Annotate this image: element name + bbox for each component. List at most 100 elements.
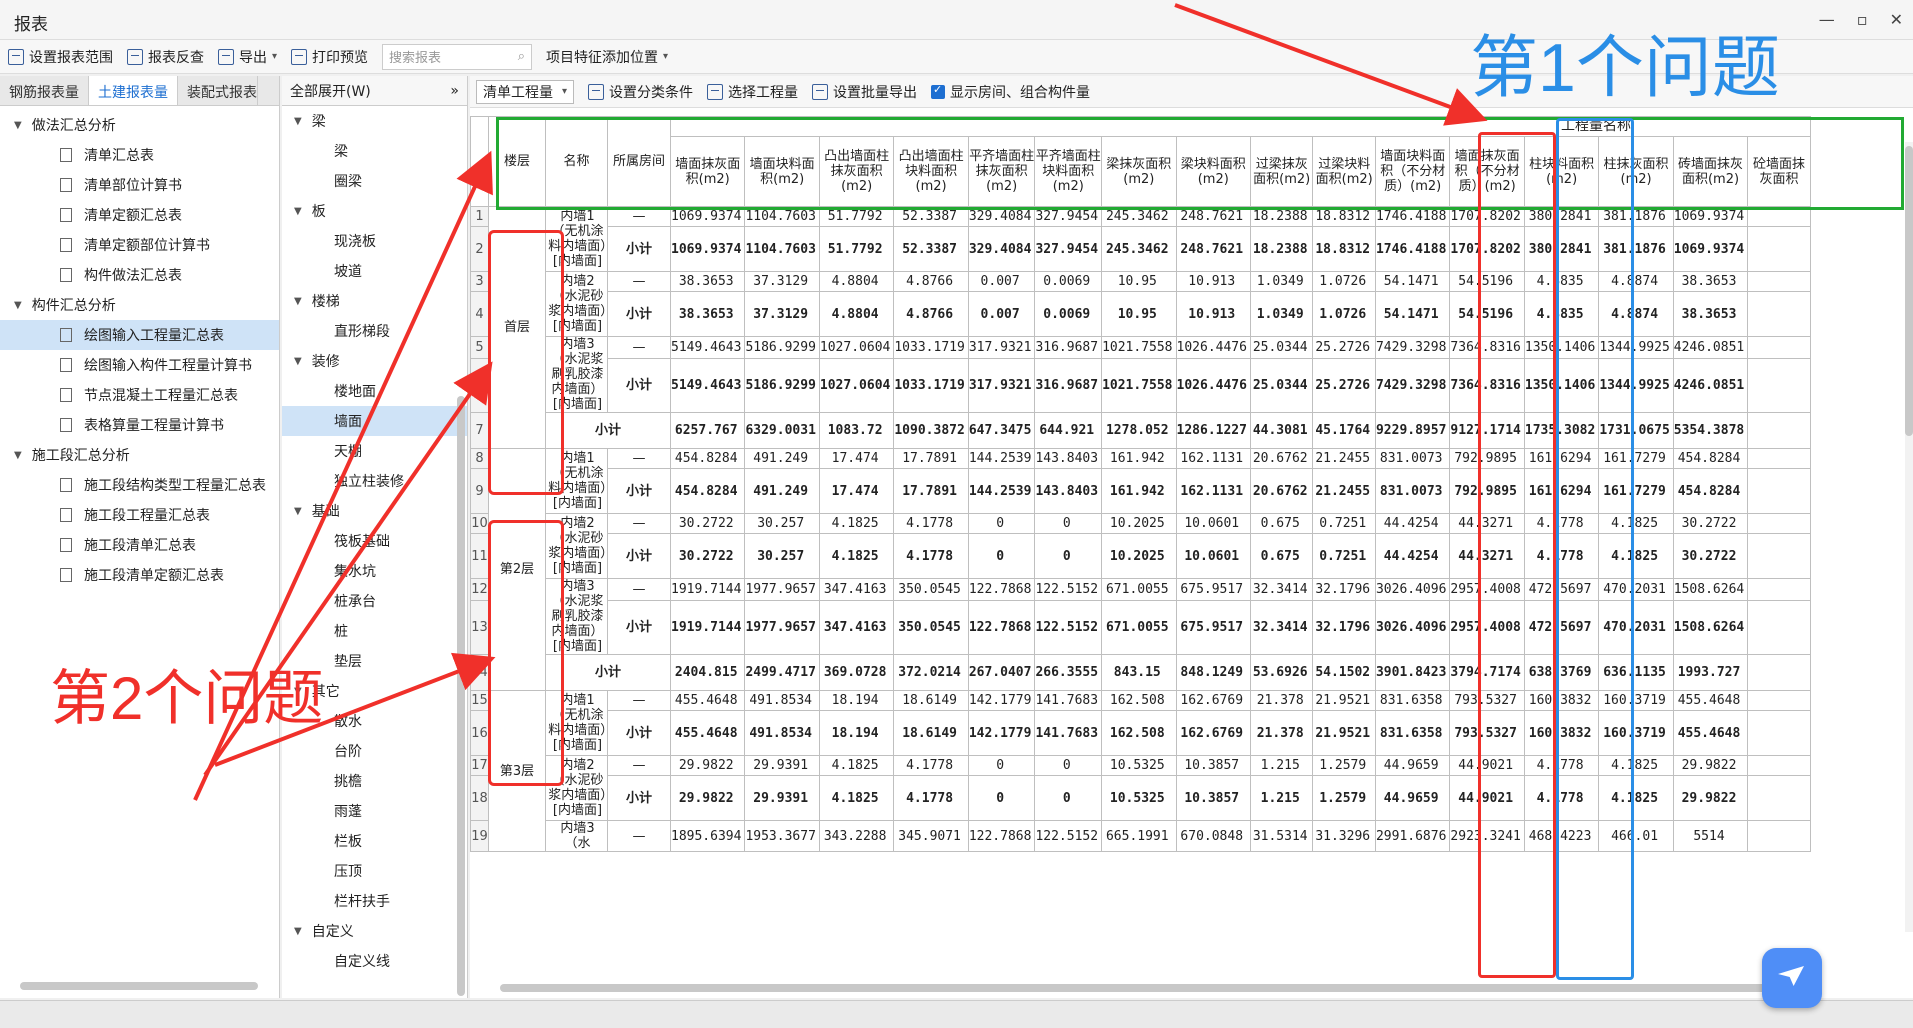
component-item[interactable]: 压顶 xyxy=(282,856,467,886)
component-item[interactable]: 筏板基础 xyxy=(282,526,467,556)
tree-item[interactable]: 清单汇总表 xyxy=(0,140,279,170)
component-group[interactable]: ▼ 梁 xyxy=(282,106,467,136)
tree-item[interactable]: 构件做法汇总表 xyxy=(0,260,279,290)
component-item[interactable]: 梁 xyxy=(282,136,467,166)
component-item[interactable]: 坡道 xyxy=(282,256,467,286)
feature-position-dropdown[interactable]: 项目特征添加位置 ▾ xyxy=(546,47,668,67)
table-row[interactable]: 8 第2层 内墙1（无机涂料内墙面）[内墙面] —454.8284 491.249 17.… xyxy=(470,448,1811,691)
show-room-checkbox[interactable]: 显示房间、组合构件量 xyxy=(931,82,1090,102)
component-item[interactable]: 自定义线 xyxy=(282,946,467,976)
component-item[interactable]: 桩 xyxy=(282,616,467,646)
tree-item[interactable]: 绘图输入构件工程量计算书 xyxy=(0,350,279,380)
table-row[interactable]: 2 小计 1069.9374 1104.7603 51.7792 52.3387 329.4… xyxy=(470,226,1811,272)
row-number: 7 xyxy=(470,412,489,449)
tab-civil-report[interactable]: 土建报表量 xyxy=(89,76,178,105)
component-item[interactable]: 楼地面 xyxy=(282,376,467,406)
table-row[interactable]: 17 内墙2（水泥砂浆内墙面）[内墙面] —29.9822 29.9391 4.1825… xyxy=(470,755,1811,821)
component-item[interactable]: 栏板 xyxy=(282,826,467,856)
value-cell: 4.1825 xyxy=(1598,775,1674,821)
table-row[interactable]: 15 第3层 内墙1（无机涂料内墙面）[内墙面] —455.4648 491.8534 1… xyxy=(470,690,1811,852)
component-group[interactable]: ▼ 自定义 xyxy=(282,916,467,946)
tree-group[interactable]: ▼ 做法汇总分析 xyxy=(0,110,279,140)
batch-export-button[interactable]: 设置批量导出 xyxy=(812,82,917,102)
component-item[interactable]: 独立柱装修 xyxy=(282,466,467,496)
table-row[interactable]: 7 小计 6257.767 6329.0031 1083.72 1090.3872 647.… xyxy=(470,412,1811,449)
component-group[interactable]: ▼ 板 xyxy=(282,196,467,226)
tab-rebar-report[interactable]: 钢筋报表量 xyxy=(0,76,89,105)
chevron-down-icon: ▾ xyxy=(272,51,278,62)
value-cell: 0.7251 xyxy=(1312,513,1376,534)
tree-item[interactable]: 清单部位计算书 xyxy=(0,170,279,200)
value-cell: 4.8766 xyxy=(893,271,969,292)
value-cell: 37.3129 xyxy=(744,271,820,292)
component-group[interactable]: ▼ 其它 xyxy=(282,676,467,706)
component-item[interactable]: 天棚 xyxy=(282,436,467,466)
close-icon[interactable]: ✕ xyxy=(1890,10,1903,29)
component-item[interactable]: 圈梁 xyxy=(282,166,467,196)
table-row[interactable]: 4 小计 38.3653 37.3129 4.8804 4.8766 0.007 0.0069… xyxy=(470,291,1811,337)
horizontal-scrollbar[interactable] xyxy=(20,982,258,990)
table-row[interactable]: 14 小计 2404.815 2499.4717 369.0728 372.0214 267… xyxy=(470,654,1811,691)
tree-group[interactable]: ▼ 施工段汇总分析 xyxy=(0,440,279,470)
tree-item[interactable]: 绘图输入工程量汇总表 xyxy=(0,320,279,350)
report-trace-button[interactable]: 报表反查 xyxy=(127,47,204,67)
component-item[interactable]: 台阶 xyxy=(282,736,467,766)
tree-item[interactable]: 施工段工程量汇总表 xyxy=(0,500,279,530)
table-row[interactable]: 12 内墙3（水泥浆刷乳胶漆内墙面）[内墙面] —1919.7144 1977.965… xyxy=(470,578,1811,655)
table-row[interactable]: 18 小计 29.9822 29.9391 4.1825 4.1778 0 0 10.5325 1… xyxy=(470,775,1811,821)
minimize-icon[interactable]: — xyxy=(1819,10,1835,29)
table-row[interactable]: 16 小计 455.4648 491.8534 18.194 18.6149 142.177… xyxy=(470,710,1811,756)
tree-item[interactable]: 清单定额部位计算书 xyxy=(0,230,279,260)
table-row[interactable]: 19 内墙3（水 —1895.6394 1953.3677 343.2288 345.90… xyxy=(470,820,1811,852)
collapse-panel-icon[interactable]: » xyxy=(450,83,459,99)
app-badge-icon[interactable] xyxy=(1762,948,1822,1008)
component-item[interactable]: 栏杆扶手 xyxy=(282,886,467,916)
value-cell: 4.8766 xyxy=(893,291,969,337)
table-row[interactable]: 9 小计 454.8284 491.249 17.474 17.7891 144.2539 1… xyxy=(470,468,1811,514)
tree-group[interactable]: ▼ 构件汇总分析 xyxy=(0,290,279,320)
component-group[interactable]: ▼ 基础 xyxy=(282,496,467,526)
table-row[interactable]: 10 内墙2（水泥砂浆内墙面）[内墙面] —30.2722 30.257 4.1825 4… xyxy=(470,513,1811,579)
table-row[interactable]: 11 小计 30.2722 30.257 4.1825 4.1778 0 0 10.2025 10… xyxy=(470,533,1811,579)
vertical-scrollbar[interactable] xyxy=(1905,142,1913,932)
component-group[interactable]: ▼ 楼梯 xyxy=(282,286,467,316)
component-item[interactable]: 墙面 xyxy=(282,406,467,436)
tree-item[interactable]: 施工段清单定额汇总表 xyxy=(0,560,279,590)
table-row[interactable]: 13 小计 1919.7144 1977.9657 347.4163 350.0545 12… xyxy=(470,599,1811,656)
tab-prefab-report[interactable]: 装配式报表 xyxy=(178,76,258,105)
horizontal-scrollbar[interactable] xyxy=(500,984,1790,992)
tree-item[interactable]: 清单定额汇总表 xyxy=(0,200,279,230)
value-cell: 30.2722 xyxy=(1672,513,1749,534)
tree-item[interactable]: 节点混凝土工程量汇总表 xyxy=(0,380,279,410)
component-item[interactable]: 垫层 xyxy=(282,646,467,676)
expand-all-button[interactable]: 全部展开(W) xyxy=(290,81,371,101)
restore-icon[interactable]: ▫ xyxy=(1857,10,1868,29)
row-number: 13 xyxy=(470,599,489,656)
report-search-input[interactable]: 搜索报表 ⌕ xyxy=(382,43,533,70)
quantity-type-select[interactable]: 清单工程量 ▾ xyxy=(476,79,574,104)
set-category-button[interactable]: 设置分类条件 xyxy=(588,82,693,102)
tree-item[interactable]: 施工段清单汇总表 xyxy=(0,530,279,560)
print-preview-button[interactable]: 打印预览 xyxy=(291,47,368,67)
component-item[interactable]: 散水 xyxy=(282,706,467,736)
component-item[interactable]: 雨蓬 xyxy=(282,796,467,826)
tree-item[interactable]: 表格算量工程量计算书 xyxy=(0,410,279,440)
component-item[interactable]: 集水坑 xyxy=(282,556,467,586)
vertical-scrollbar[interactable] xyxy=(457,396,465,996)
table-row[interactable]: 6 小计 5149.4643 5186.9299 1027.0604 1033.1719 3… xyxy=(470,357,1811,414)
set-report-range-button[interactable]: 设置报表范围 xyxy=(8,47,113,67)
tree-item[interactable]: 施工段结构类型工程量汇总表 xyxy=(0,470,279,500)
component-item[interactable]: 挑檐 xyxy=(282,766,467,796)
tree-item-label: 做法汇总分析 xyxy=(31,118,116,134)
component-item[interactable]: 现浇板 xyxy=(282,226,467,256)
value-cell: 4.1778 xyxy=(893,533,969,579)
component-item[interactable]: 直形梯段 xyxy=(282,316,467,346)
component-item[interactable]: 桩承台 xyxy=(282,586,467,616)
table-row[interactable]: 5 内墙3（水泥浆刷乳胶漆内墙面）[内墙面] —5149.4643 5186.9299… xyxy=(470,336,1811,413)
export-button[interactable]: 导出 ▾ xyxy=(218,47,277,67)
table-row[interactable]: 3 内墙2（水泥砂浆内墙面）[内墙面] —38.3653 37.3129 4.8804 4… xyxy=(470,271,1811,337)
table-row[interactable]: 1 首层 内墙1（无机涂料内墙面）[内墙面] —1069.9374 1104.7603 5… xyxy=(470,206,1811,449)
row-number: 10 xyxy=(470,513,489,534)
component-group[interactable]: ▼ 装修 xyxy=(282,346,467,376)
select-quantity-button[interactable]: 选择工程量 xyxy=(707,82,798,102)
